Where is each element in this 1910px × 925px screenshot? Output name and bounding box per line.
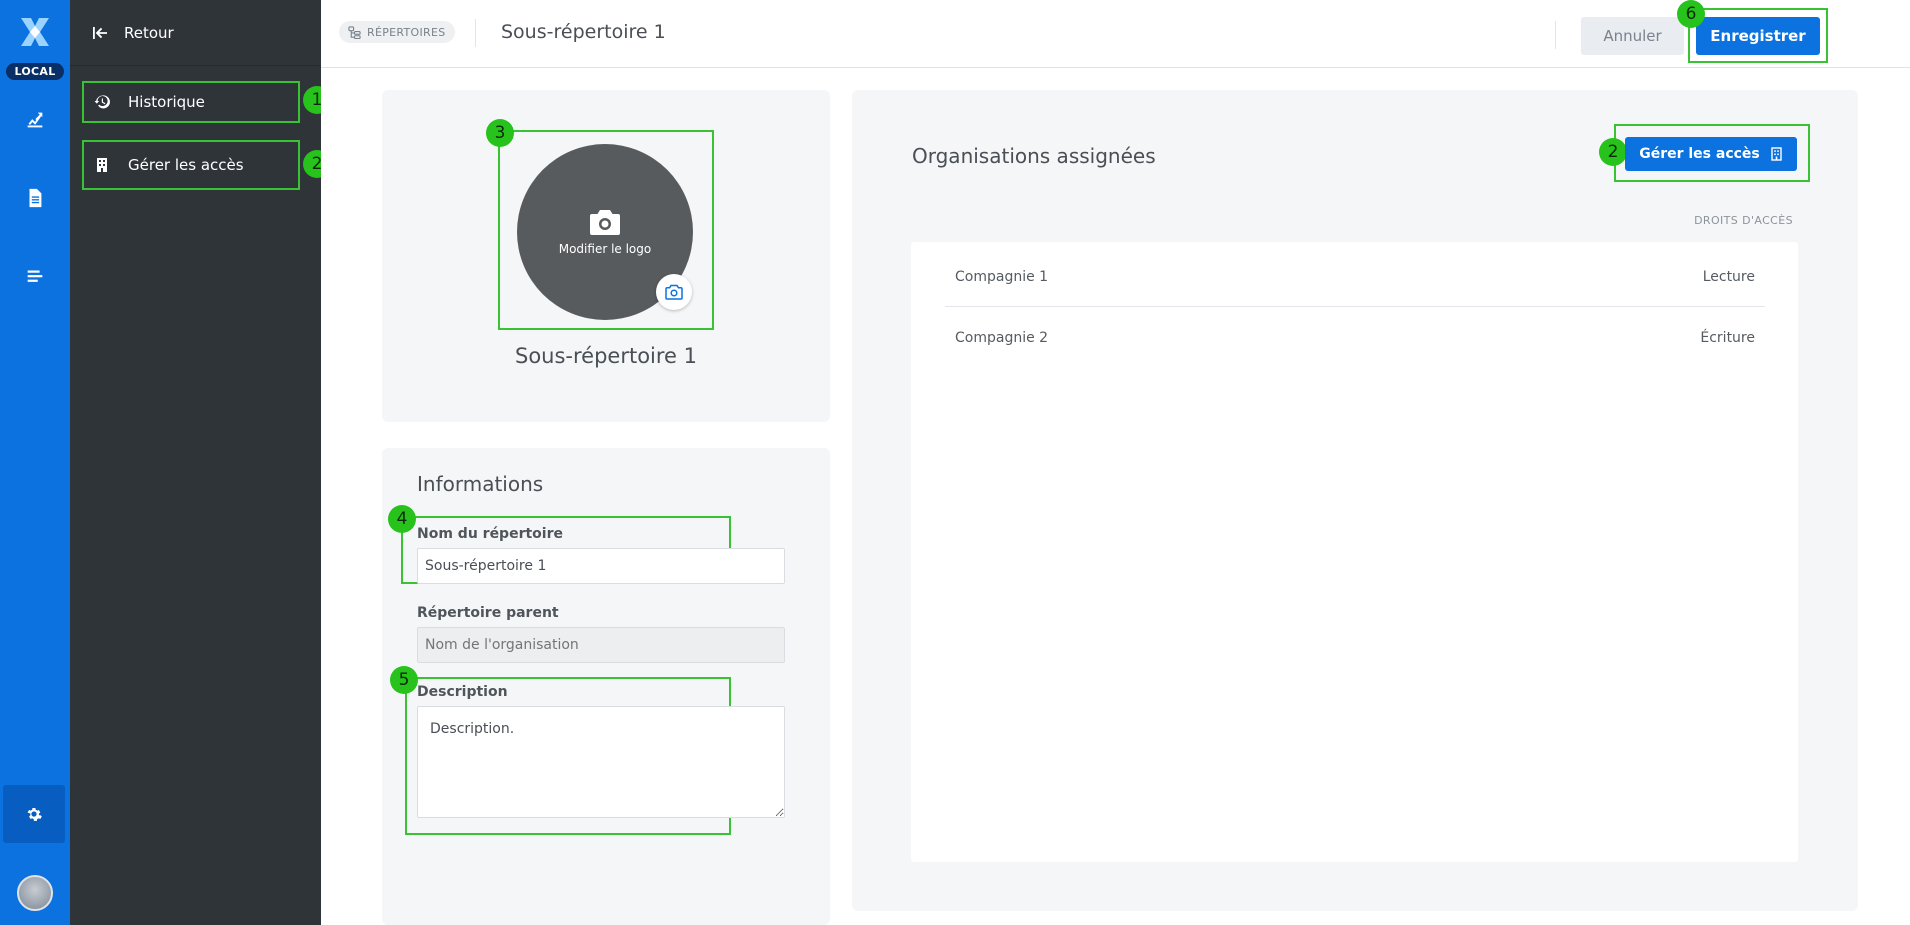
back-button[interactable]: Retour: [70, 0, 321, 66]
environment-badge: LOCAL: [6, 63, 64, 80]
directory-name-label: Nom du répertoire: [417, 526, 563, 542]
access-right: Écriture: [1700, 330, 1755, 346]
camera-icon: [665, 284, 683, 300]
document-icon: [29, 188, 42, 208]
manage-access-button[interactable]: Gérer les accès: [1625, 137, 1797, 171]
organization-name: Compagnie 2: [955, 330, 1049, 346]
top-bar: RÉPERTOIRES Sous-répertoire 1 Annuler En…: [321, 0, 1910, 68]
camera-icon: [590, 210, 620, 235]
sidebar-item-label: Gérer les accès: [128, 156, 244, 174]
app-logo[interactable]: [17, 14, 53, 50]
building-icon: [97, 158, 107, 172]
parent-directory-label: Répertoire parent: [417, 605, 559, 621]
step-marker: 4: [388, 505, 416, 533]
description-textarea[interactable]: Description.: [417, 706, 785, 818]
change-logo-label: Modifier le logo: [558, 242, 652, 256]
step-marker: 2: [1599, 138, 1627, 166]
back-arrow-icon: [93, 26, 107, 39]
sidebar-item-manage-access[interactable]: Gérer les accès: [82, 140, 300, 190]
section-title: Informations: [417, 472, 544, 496]
history-icon: [94, 95, 110, 109]
breadcrumb[interactable]: RÉPERTOIRES: [339, 21, 455, 43]
page-title: Sous-répertoire 1: [501, 21, 666, 43]
section-title: Organisations assignées: [912, 144, 1156, 168]
change-logo-button[interactable]: [656, 274, 692, 310]
rail-item-settings[interactable]: [3, 785, 65, 843]
app-rail: LOCAL: [0, 0, 70, 925]
folder-tree-icon: [348, 25, 361, 39]
divider: [1555, 21, 1556, 49]
save-button[interactable]: Enregistrer: [1696, 17, 1820, 55]
cancel-button[interactable]: Annuler: [1581, 17, 1684, 55]
parent-directory-input[interactable]: [417, 627, 785, 663]
access-right: Lecture: [1702, 268, 1755, 285]
organizations-table: Compagnie 1 Lecture Compagnie 2 Écriture: [911, 242, 1798, 862]
rail-item-list[interactable]: [0, 253, 70, 299]
gear-icon: [27, 808, 42, 821]
divider: [475, 19, 476, 47]
main-content: 3 Modifier le logo Sous-répertoire 1 Inf…: [321, 68, 1910, 925]
access-rights-column-header: DROITS D'ACCÈS: [1694, 214, 1793, 227]
building-icon: [1771, 147, 1782, 161]
back-label: Retour: [124, 23, 174, 42]
organization-name: Compagnie 1: [955, 268, 1049, 285]
sidebar-item-history[interactable]: Historique: [82, 81, 300, 123]
sidebar-item-label: Historique: [128, 93, 205, 111]
rail-item-reports[interactable]: [0, 97, 70, 143]
user-avatar[interactable]: [17, 875, 53, 911]
rail-item-documents[interactable]: [0, 175, 70, 221]
step-marker: 5: [390, 666, 418, 694]
step-marker: 3: [486, 119, 514, 147]
description-label: Description: [417, 684, 508, 700]
breadcrumb-label: RÉPERTOIRES: [367, 25, 446, 39]
step-marker: 6: [1677, 0, 1705, 28]
list-icon: [27, 270, 43, 282]
secondary-sidebar: Retour Historique 1 Gérer les accès 2: [70, 0, 331, 925]
table-row[interactable]: Compagnie 1 Lecture: [945, 247, 1765, 307]
button-label: Gérer les accès: [1639, 146, 1760, 162]
directory-name-input[interactable]: [417, 548, 785, 584]
logo-card: 3 Modifier le logo Sous-répertoire 1: [382, 90, 830, 422]
edit-chart-icon: [27, 112, 43, 128]
organizations-card: Organisations assignées 2 Gérer les accè…: [852, 90, 1858, 911]
directory-name-display: Sous-répertoire 1: [514, 344, 698, 368]
table-row[interactable]: Compagnie 2 Écriture: [945, 308, 1765, 368]
informations-card: Informations 4 Nom du répertoire Réperto…: [382, 448, 830, 925]
